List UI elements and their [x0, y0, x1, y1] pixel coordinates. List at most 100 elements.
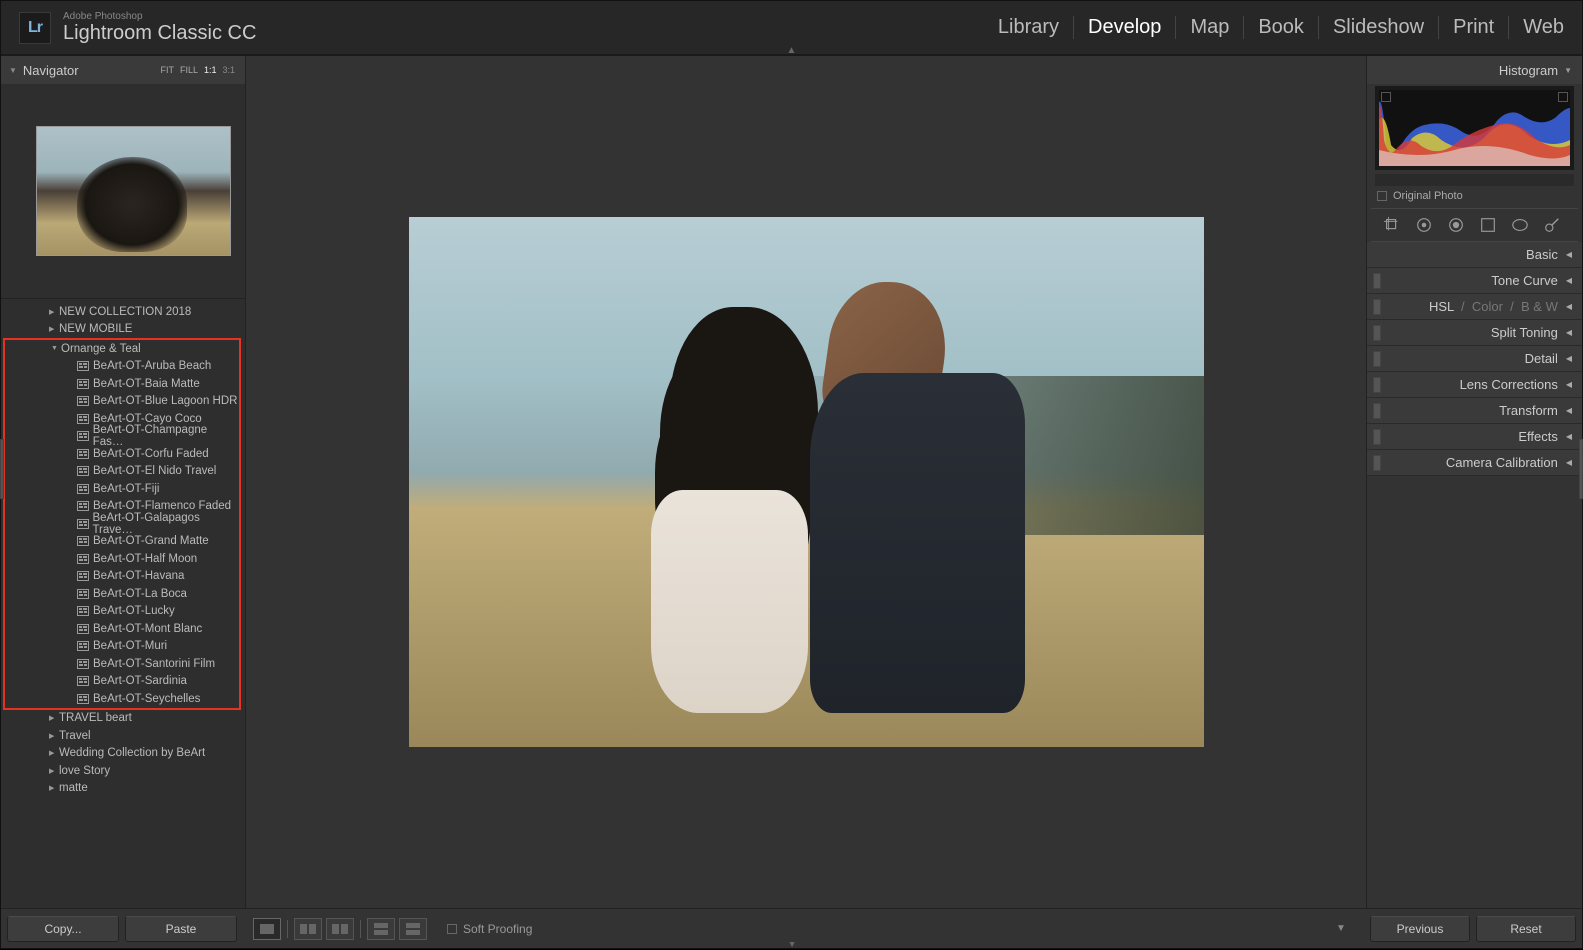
preset-folder[interactable]: ▶love Story — [1, 762, 245, 780]
panel-title: Lens Corrections — [1460, 377, 1558, 392]
collapse-top-handle[interactable]: ▲ — [787, 45, 797, 56]
radial-filter-icon[interactable] — [1509, 214, 1531, 236]
copy-button[interactable]: Copy... — [7, 916, 119, 942]
preset-item[interactable]: BeArt-OT-Champagne Fas… — [5, 428, 239, 446]
preset-icon — [73, 449, 93, 459]
panel-toggle-switch[interactable] — [1373, 455, 1381, 471]
preset-item[interactable]: BeArt-OT-Galapagos Trave… — [5, 515, 239, 533]
before-after-split-icon[interactable] — [326, 918, 354, 940]
preset-folder[interactable]: ▼Ornange & Teal — [5, 340, 239, 358]
disclosure-icon: ▶ — [49, 325, 59, 333]
zoom-level-FIT[interactable]: FIT — [160, 65, 174, 75]
disclosure-icon: ▶ — [49, 714, 59, 722]
develop-panel-header[interactable]: Split Toning◀ — [1367, 320, 1582, 346]
develop-panel-header[interactable]: Effects◀ — [1367, 424, 1582, 450]
develop-tool-strip — [1371, 208, 1578, 242]
soft-proofing-label: Soft Proofing — [463, 922, 532, 936]
panel-toggle-switch[interactable] — [1373, 377, 1381, 393]
folder-label: NEW COLLECTION 2018 — [59, 306, 191, 318]
preset-label: BeArt-OT-Half Moon — [93, 553, 197, 565]
preset-icon — [73, 361, 93, 371]
preset-item[interactable]: BeArt-OT-Fiji — [5, 480, 239, 498]
redeye-tool-icon[interactable] — [1445, 214, 1467, 236]
preset-item[interactable]: BeArt-OT-Santorini Film — [5, 655, 239, 673]
before-after-tb-icon[interactable] — [367, 918, 395, 940]
preset-item[interactable]: BeArt-OT-La Boca — [5, 585, 239, 603]
preset-item[interactable]: BeArt-OT-Sardinia — [5, 673, 239, 691]
develop-panel-header[interactable]: Tone Curve◀ — [1367, 268, 1582, 294]
develop-panel-header[interactable]: Basic◀ — [1367, 242, 1582, 268]
preset-folder[interactable]: ▶NEW MOBILE — [1, 321, 245, 339]
graduated-filter-icon[interactable] — [1477, 214, 1499, 236]
toolbar-dropdown-icon[interactable]: ▼ — [1330, 918, 1352, 940]
preset-item[interactable]: BeArt-OT-Muri — [5, 638, 239, 656]
preset-item[interactable]: BeArt-OT-Corfu Faded — [5, 445, 239, 463]
shadow-clip-icon[interactable] — [1381, 92, 1391, 102]
panel-toggle-switch[interactable] — [1373, 299, 1381, 315]
develop-panel-header[interactable]: HSL / Color / B & W◀ — [1367, 294, 1582, 320]
module-tab-print[interactable]: Print — [1439, 16, 1509, 39]
module-tab-map[interactable]: Map — [1176, 16, 1244, 39]
preset-item[interactable]: BeArt-OT-Half Moon — [5, 550, 239, 568]
preset-item[interactable]: BeArt-OT-Blue Lagoon HDR — [5, 393, 239, 411]
loupe-view-icon[interactable] — [253, 918, 281, 940]
disclosure-icon: ▼ — [1564, 66, 1572, 75]
module-tab-book[interactable]: Book — [1244, 16, 1319, 39]
preset-item[interactable]: BeArt-OT-Baia Matte — [5, 375, 239, 393]
preset-item[interactable]: BeArt-OT-Grand Matte — [5, 533, 239, 551]
navigator-thumbnail-area — [1, 84, 245, 299]
develop-panel-header[interactable]: Transform◀ — [1367, 398, 1582, 424]
module-tab-develop[interactable]: Develop — [1074, 16, 1176, 39]
before-after-lr-icon[interactable] — [294, 918, 322, 940]
panel-toggle-switch[interactable] — [1373, 351, 1381, 367]
preset-folder[interactable]: ▶Travel — [1, 727, 245, 745]
develop-panel-header[interactable]: Camera Calibration◀ — [1367, 450, 1582, 476]
panel-title: Tone Curve — [1491, 273, 1557, 288]
main-photo[interactable] — [409, 217, 1204, 747]
preset-folder[interactable]: ▶NEW COLLECTION 2018 — [1, 303, 245, 321]
panel-toggle-switch[interactable] — [1373, 403, 1381, 419]
preset-folder[interactable]: ▶matte — [1, 780, 245, 798]
panel-toggle-switch[interactable] — [1373, 273, 1381, 289]
module-tab-web[interactable]: Web — [1509, 16, 1564, 39]
histogram-header[interactable]: Histogram ▼ — [1367, 56, 1582, 84]
collapse-right-handle[interactable] — [1579, 439, 1583, 499]
soft-proofing-toggle[interactable]: Soft Proofing — [447, 922, 532, 936]
develop-panel-header[interactable]: Detail◀ — [1367, 346, 1582, 372]
folder-label: Wedding Collection by BeArt — [59, 747, 205, 759]
histogram-display[interactable] — [1379, 90, 1570, 166]
spot-removal-icon[interactable] — [1413, 214, 1435, 236]
navigator-title: Navigator — [23, 63, 79, 78]
crop-tool-icon[interactable] — [1381, 214, 1403, 236]
preset-item[interactable]: BeArt-OT-Aruba Beach — [5, 358, 239, 376]
reset-button[interactable]: Reset — [1476, 916, 1576, 942]
module-tab-slideshow[interactable]: Slideshow — [1319, 16, 1439, 39]
adjustment-brush-icon[interactable] — [1541, 214, 1563, 236]
original-photo-toggle[interactable]: Original Photo — [1367, 186, 1582, 208]
preset-item[interactable]: BeArt-OT-Lucky — [5, 603, 239, 621]
highlight-clip-icon[interactable] — [1558, 92, 1568, 102]
module-tab-library[interactable]: Library — [984, 16, 1074, 39]
collapse-left-handle[interactable] — [0, 439, 4, 499]
preset-collection-list: ▶NEW COLLECTION 2018▶NEW MOBILE▼Ornange … — [1, 299, 245, 908]
preset-folder[interactable]: ▶TRAVEL beart — [1, 710, 245, 728]
preset-item[interactable]: BeArt-OT-El Nido Travel — [5, 463, 239, 481]
preset-label: BeArt-OT-Seychelles — [93, 693, 200, 705]
preset-item[interactable]: BeArt-OT-Mont Blanc — [5, 620, 239, 638]
before-after-split2-icon[interactable] — [399, 918, 427, 940]
preset-item[interactable]: BeArt-OT-Seychelles — [5, 690, 239, 708]
preset-item[interactable]: BeArt-OT-Havana — [5, 568, 239, 586]
paste-button[interactable]: Paste — [125, 916, 237, 942]
preset-folder[interactable]: ▶Wedding Collection by BeArt — [1, 745, 245, 763]
zoom-level-1-1[interactable]: 1:1 — [204, 65, 217, 75]
develop-panel-header[interactable]: Lens Corrections◀ — [1367, 372, 1582, 398]
panel-toggle-switch[interactable] — [1373, 429, 1381, 445]
navigator-header[interactable]: ▼ Navigator FITFILL1:13:1 — [1, 56, 245, 84]
zoom-level-FILL[interactable]: FILL — [180, 65, 198, 75]
view-mode-strip — [253, 918, 427, 940]
zoom-level-3-1[interactable]: 3:1 — [222, 65, 235, 75]
panel-toggle-switch[interactable] — [1373, 325, 1381, 341]
preset-icon — [73, 414, 93, 424]
navigator-thumbnail[interactable] — [36, 126, 231, 256]
previous-button[interactable]: Previous — [1370, 916, 1470, 942]
